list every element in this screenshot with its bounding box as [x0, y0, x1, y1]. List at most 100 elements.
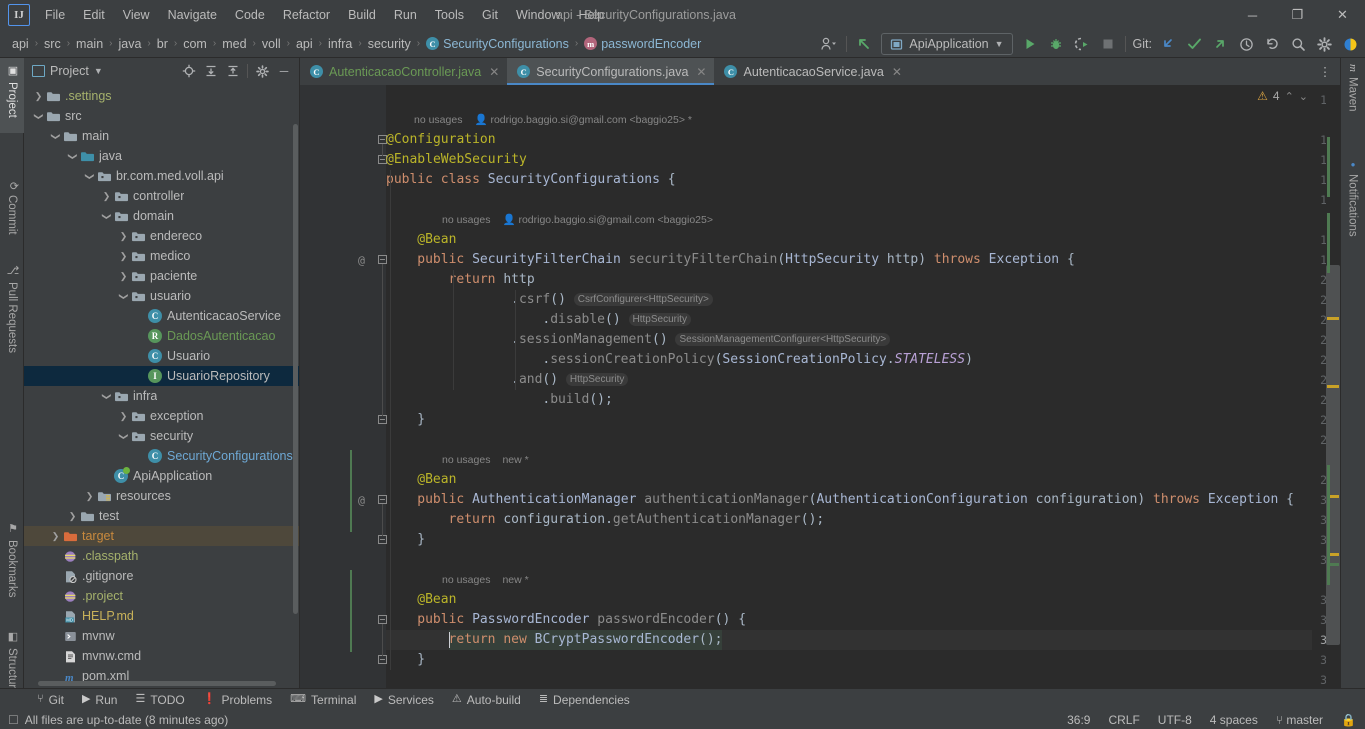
tree-node-src[interactable]: ❯ src — [24, 106, 299, 126]
tool-window-button-bookmarks[interactable]: ⚑ Bookmarks — [0, 516, 24, 605]
tree-node--project[interactable]: .project — [24, 586, 299, 606]
warning-stripe-marker[interactable] — [1327, 385, 1339, 388]
update-project-icon[interactable] — [851, 32, 877, 56]
breadcrumb-item-java[interactable]: java — [114, 35, 145, 53]
search-everywhere-icon[interactable] — [1285, 32, 1311, 56]
breadcrumb-item-api[interactable]: api — [292, 35, 317, 53]
menu-item-code[interactable]: Code — [226, 4, 274, 26]
vcs-change-marker[interactable] — [350, 570, 352, 652]
code-line[interactable]: @Bean — [417, 230, 456, 250]
code-line[interactable]: return http — [449, 270, 535, 290]
breadcrumb-item-voll[interactable]: voll — [258, 35, 285, 53]
menu-item-refactor[interactable]: Refactor — [274, 4, 339, 26]
chevron-right-icon[interactable]: ❯ — [83, 491, 96, 502]
tool-window-button-notifications[interactable]: ● Notifications — [1340, 154, 1365, 271]
editor-tab-securityconfigurations-java[interactable]: C SecurityConfigurations.java ✕ — [507, 58, 715, 85]
select-opened-file-icon[interactable] — [178, 60, 200, 82]
tree-node-mvnw-cmd[interactable]: mvnw.cmd — [24, 646, 299, 666]
chevron-down-icon[interactable]: ❯ — [118, 430, 129, 443]
usage-hint[interactable]: no usages — [414, 114, 462, 126]
git-commit-icon[interactable] — [1181, 32, 1207, 56]
breadcrumb-item-br[interactable]: br — [153, 35, 172, 53]
code-folding-toggle[interactable] — [378, 615, 387, 624]
editor-vertical-scrollbar[interactable] — [1326, 265, 1340, 645]
breadcrumb-item-securityconfigurations[interactable]: C SecurityConfigurations — [422, 35, 573, 53]
editor-tab-options-icon[interactable]: ⋮ — [1314, 58, 1336, 85]
chevron-right-icon[interactable]: ❯ — [100, 191, 113, 202]
tree-node-endereco[interactable]: ❯ endereco — [24, 226, 299, 246]
tool-window-button-dependencies[interactable]: ≣ Dependencies — [530, 691, 639, 709]
editor-tab-autenticacaocontroller-java[interactable]: C AutenticacaoController.java ✕ — [300, 58, 507, 85]
tree-node--settings[interactable]: ❯ .settings — [24, 86, 299, 106]
code-line[interactable]: } — [417, 410, 425, 430]
vcs-change-marker[interactable] — [350, 450, 352, 532]
breadcrumb-item-main[interactable]: main — [72, 35, 107, 53]
tool-window-button-git[interactable]: ⑂ Git — [28, 691, 73, 709]
tree-node-apiapplication[interactable]: C ApiApplication — [24, 466, 299, 486]
code-line[interactable]: @Bean — [417, 590, 456, 610]
chevron-right-icon[interactable]: ❯ — [117, 271, 130, 282]
code-vision-hint[interactable]: no usages new * — [442, 450, 529, 470]
git-rollback-icon[interactable] — [1259, 32, 1285, 56]
menu-item-navigate[interactable]: Navigate — [159, 4, 226, 26]
run-button[interactable] — [1017, 32, 1043, 56]
git-history-icon[interactable] — [1233, 32, 1259, 56]
author-hint[interactable]: 👤 rodrigo.baggio.si@gmail.com <baggio25>… — [474, 114, 692, 126]
caret-position[interactable]: 36:9 — [1064, 712, 1093, 728]
tree-node-controller[interactable]: ❯ controller — [24, 186, 299, 206]
line-separator[interactable]: CRLF — [1105, 712, 1142, 728]
tree-node-paciente[interactable]: ❯ paciente — [24, 266, 299, 286]
code-vision-hint[interactable]: no usages new * — [442, 570, 529, 590]
panel-settings-icon[interactable] — [251, 60, 273, 82]
code-folding-toggle[interactable] — [378, 655, 387, 664]
tree-node-exception[interactable]: ❯ exception — [24, 406, 299, 426]
breadcrumb-item-security[interactable]: security — [364, 35, 415, 53]
debug-button[interactable] — [1043, 32, 1069, 56]
indent-setting[interactable]: 4 spaces — [1207, 712, 1261, 728]
code-vision-hint[interactable]: no usages 👤 rodrigo.baggio.si@gmail.com <… — [442, 210, 713, 230]
file-encoding[interactable]: UTF-8 — [1155, 712, 1195, 728]
tool-window-button-todo[interactable]: ☰ TODO — [126, 691, 193, 709]
code-line[interactable]: public SecurityFilterChain securityFilte… — [417, 250, 1075, 270]
tree-node-domain[interactable]: ❯ domain — [24, 206, 299, 226]
tree-node-mvnw[interactable]: mvnw — [24, 626, 299, 646]
tool-window-button-commit[interactable]: ⥁ Commit — [0, 176, 24, 244]
chevron-down-icon[interactable]: ❯ — [67, 150, 78, 163]
tree-node-br-com-med-voll-api[interactable]: ❯ br.com.med.voll.api — [24, 166, 299, 186]
git-pull-icon[interactable] — [1155, 32, 1181, 56]
close-tab-icon[interactable]: ✕ — [696, 65, 706, 79]
expand-all-icon[interactable] — [200, 60, 222, 82]
code-line[interactable]: .sessionManagement() SessionManagementCo… — [511, 330, 891, 350]
hide-panel-icon[interactable]: ─ — [273, 60, 295, 82]
error-stripe-marker-bar[interactable] — [1326, 85, 1340, 688]
tool-window-button-terminal[interactable]: ⌨ Terminal — [281, 691, 365, 709]
breadcrumb-item-com[interactable]: com — [179, 35, 211, 53]
ide-assistant-icon[interactable] — [1337, 32, 1363, 56]
close-button[interactable]: ✕ — [1320, 0, 1365, 30]
vcs-stripe-marker[interactable] — [1327, 563, 1339, 566]
author-hint[interactable]: new * — [502, 454, 528, 466]
collapse-all-icon[interactable] — [222, 60, 244, 82]
editor-gutter[interactable] — [300, 85, 354, 688]
tree-node-usuariorepository[interactable]: I UsuarioRepository — [24, 366, 299, 386]
chevron-right-icon[interactable]: ❯ — [117, 411, 130, 422]
usage-hint[interactable]: no usages — [442, 214, 490, 226]
vcs-stripe-marker[interactable] — [1327, 137, 1330, 197]
tool-window-button-project[interactable]: ▣ Project — [0, 58, 24, 133]
tool-window-button-services[interactable]: ▶ Services — [365, 691, 442, 709]
tree-node-securityconfigurations[interactable]: C SecurityConfigurations — [24, 446, 299, 466]
tool-window-button-run[interactable]: ▶ Run — [73, 691, 126, 709]
code-folding-toggle[interactable] — [378, 495, 387, 504]
maximize-button[interactable]: ❐ — [1275, 0, 1320, 30]
project-tree-horizontal-scrollbar[interactable] — [38, 681, 276, 686]
menu-item-view[interactable]: View — [114, 4, 159, 26]
chevron-down-icon[interactable]: ❯ — [33, 110, 44, 123]
code-folding-toggle[interactable] — [378, 535, 387, 544]
settings-gear-icon[interactable] — [1311, 32, 1337, 56]
code-folding-toggle[interactable] — [378, 255, 387, 264]
code-folding-toggle[interactable] — [378, 415, 387, 424]
chevron-right-icon[interactable]: ❯ — [49, 531, 62, 542]
code-line[interactable]: .build(); — [542, 390, 612, 410]
tree-node-help-md[interactable]: MD HELP.md — [24, 606, 299, 626]
usage-hint[interactable]: no usages — [442, 454, 490, 466]
